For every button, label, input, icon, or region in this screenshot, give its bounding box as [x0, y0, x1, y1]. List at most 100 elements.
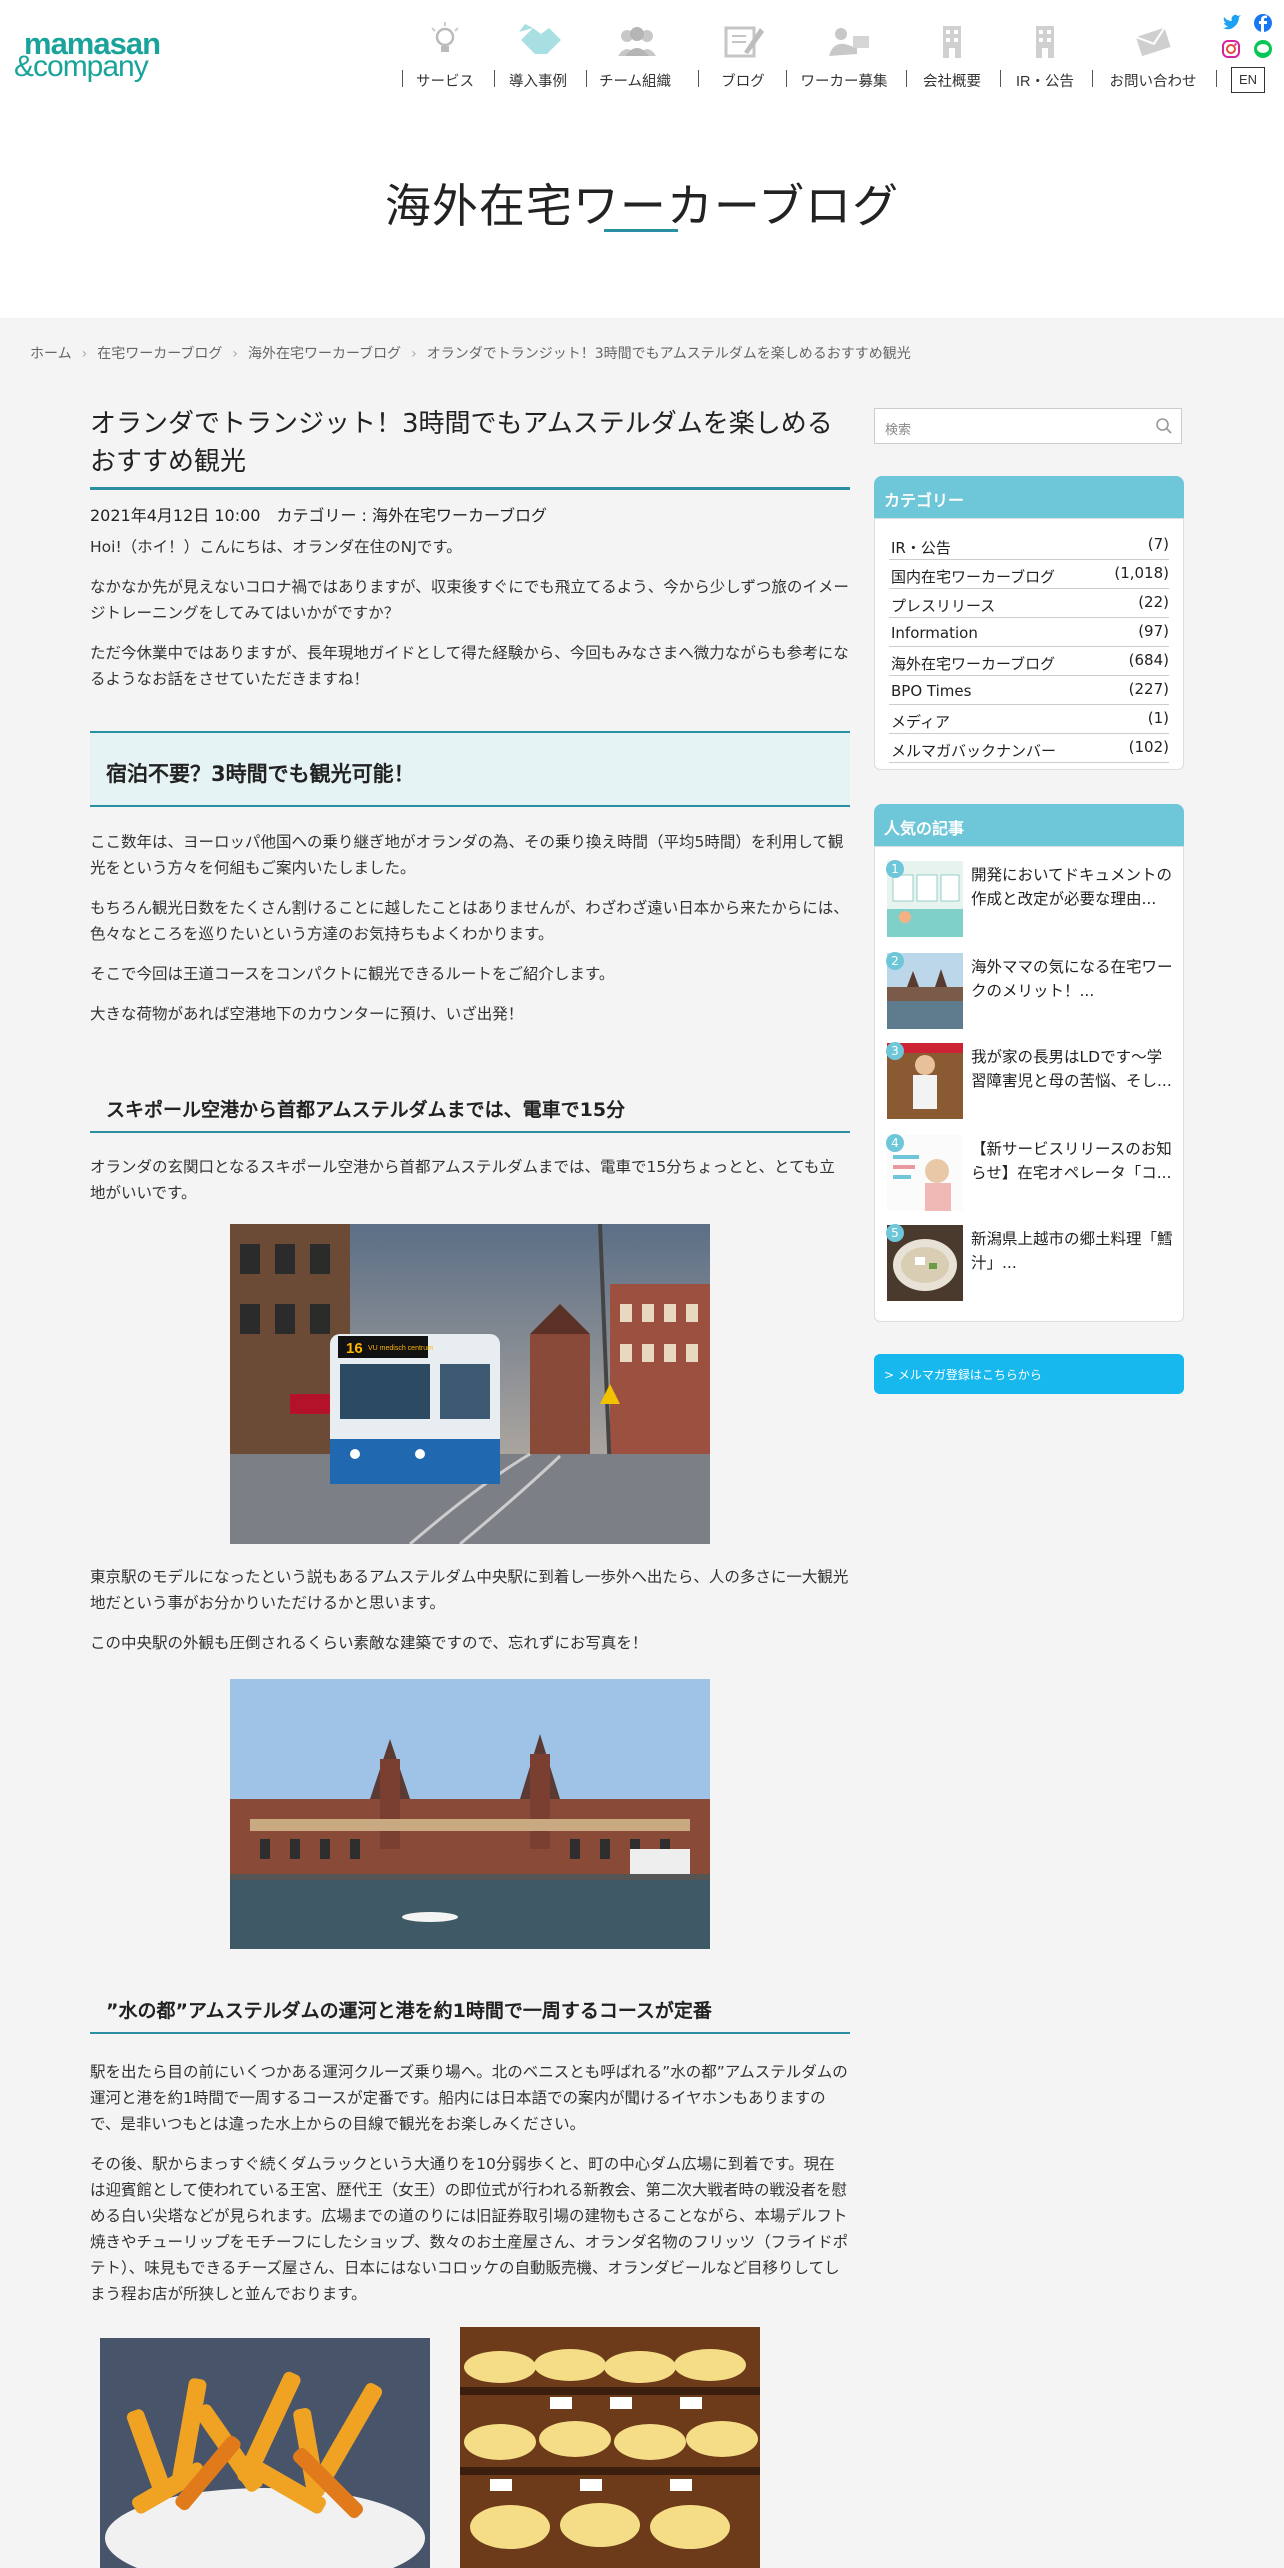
nav-company[interactable]: 会社概要: [906, 18, 998, 94]
category-name: メルマガバックナンバー: [891, 742, 1057, 760]
article-meta: 2021年4月12日 10:00 カテゴリー : 海外在宅ワーカーブログ: [90, 506, 548, 525]
subsection-heading-box: スキポール空港から首都アムステルダムまでは、電車で15分: [90, 1083, 850, 1133]
nav-divider: [1216, 70, 1217, 87]
breadcrumb-chevron-icon: ›: [411, 346, 417, 362]
category-name: プレスリリース: [891, 597, 996, 615]
category-item[interactable]: BPO Times (227): [889, 676, 1169, 705]
nav-label: 会社概要: [923, 74, 981, 90]
popular-article[interactable]: 2 海外ママの気になる在宅ワークのメリット！...: [886, 952, 1177, 1033]
popular-panel-header: 人気の記事: [874, 804, 1184, 846]
handshake-icon: [517, 22, 561, 60]
rank-badge: 5: [886, 1224, 904, 1242]
nav-contact[interactable]: お問い合わせ: [1092, 18, 1214, 94]
paragraph: そこで今回は王道コースをコンパクトに観光できるルートをご紹介します。: [90, 965, 615, 983]
article: オランダでトランジット！3時間でもアムステルダムを楽しめるおすすめ観光 2021…: [90, 405, 850, 526]
site-header: mamasan &company サービス 導入事例 チーム組織 ブログ ワーカ…: [0, 0, 1284, 100]
section2b-paragraphs: 東京駅のモデルになったという説もあるアムステルダム中央駅に到着し一歩外へ出たら、…: [90, 1564, 850, 1656]
nav-blog[interactable]: ブログ: [698, 18, 788, 94]
tram-photo: 16 VU medisch centrum: [230, 1224, 710, 1544]
popular-article-title: 開発においてドキュメントの作成と改定が必要な理由...: [971, 866, 1173, 908]
search-icon[interactable]: [1155, 417, 1173, 435]
category-name: Information: [891, 624, 978, 642]
building-icon: [931, 22, 973, 60]
section-heading-box: 宿泊不要？3時間でも観光可能！: [90, 731, 850, 807]
newsletter-signup-button[interactable]: > メルマガ登録はこちらから: [874, 1354, 1184, 1394]
facebook-icon[interactable]: [1254, 14, 1272, 32]
category-item[interactable]: メルマガバックナンバー (102): [889, 734, 1169, 763]
nav-service[interactable]: サービス: [402, 18, 488, 94]
category-item[interactable]: 国内在宅ワーカーブログ (1,018): [889, 560, 1169, 589]
mail-icon: [1132, 22, 1174, 60]
category-name: BPO Times: [891, 682, 972, 700]
popular-article-title: 新潟県上越市の郷土料理「鱈汁」...: [971, 1230, 1173, 1272]
paragraph: Hoi!（ホイ！）こんにちは、オランダ在住のNJです。: [90, 538, 462, 556]
category-name: 海外在宅ワーカーブログ: [891, 655, 1056, 673]
logo-text-company: &company: [14, 50, 149, 83]
popular-article[interactable]: 1 開発においてドキュメントの作成と改定が必要な理由...: [886, 860, 1177, 941]
category-item[interactable]: メディア (1): [889, 705, 1169, 734]
nav-label: 導入事例: [509, 74, 567, 90]
category-item[interactable]: Information (97): [889, 618, 1169, 647]
subsection-heading-box: ”水の都”アムステルダムの運河と港を約1時間で一周するコースが定番: [90, 1984, 850, 2034]
paragraph: 駅を出たら目の前にいくつかある運河クルーズ乗り場へ。北のベニスとも呼ばれる”水の…: [90, 2063, 848, 2133]
paragraph: 大きな荷物があれば空港地下のカウンターに預け、いざ出発！: [90, 1005, 524, 1023]
page-title: 海外在宅ワーカーブログ: [384, 179, 900, 233]
twitter-icon[interactable]: [1222, 14, 1241, 32]
category-count: (7): [1147, 535, 1169, 553]
newsletter-signup-label: > メルマガ登録はこちらから: [884, 1368, 1042, 1382]
paragraph: その後、駅からまっすぐ続くダムラックという大通りを10分弱歩くと、町の中心ダム広…: [90, 2155, 849, 2303]
category-count: (1): [1147, 709, 1169, 727]
office-icon: [1024, 22, 1066, 60]
fries-photo: [100, 2338, 430, 2568]
breadcrumb-chevron-icon: ›: [81, 346, 88, 362]
breadcrumb-current: オランダでトランジット！3時間でもアムステルダムを楽しめるおすすめ観光: [426, 346, 911, 362]
blog-pen-icon: [722, 22, 764, 60]
line-icon[interactable]: [1254, 40, 1272, 58]
section-heading: 宿泊不要？3時間でも観光可能！: [106, 762, 415, 786]
popular-article[interactable]: 3 我が家の長男はLDです～学習障害児と母の苦悩、そし...: [886, 1042, 1177, 1123]
breadcrumb-home[interactable]: ホーム: [30, 346, 72, 362]
nav-label: IR・公告: [1016, 74, 1074, 90]
category-name: メディア: [891, 713, 950, 731]
nav-label: ワーカー募集: [800, 74, 888, 90]
lightbulb-icon: [424, 22, 466, 60]
intro-paragraphs: Hoi!（ホイ！）こんにちは、オランダ在住のNJです。 なかなか先が見えないコロ…: [90, 534, 850, 692]
popular-article[interactable]: 4 【新サービスリリースのお知らせ】在宅オペレータ「コ...: [886, 1134, 1177, 1215]
paragraph: ただ今休業中ではありますが、長年現地ガイドとして得た経験から、今回もみなさまへ微…: [90, 644, 849, 688]
search-input[interactable]: 検索: [885, 419, 911, 438]
category-item[interactable]: 海外在宅ワーカーブログ (684): [889, 647, 1169, 676]
cheese-photo: [460, 2327, 760, 2568]
instagram-icon[interactable]: [1222, 40, 1240, 58]
title-underline: [604, 229, 678, 232]
breadcrumb-blog[interactable]: 在宅ワーカーブログ: [97, 346, 222, 362]
tram-route-number: 16: [346, 1340, 363, 1357]
nav-team[interactable]: チーム組織: [586, 18, 684, 94]
rank-badge: 2: [886, 952, 904, 970]
popular-panel-title: 人気の記事: [884, 819, 965, 838]
nav-recruit[interactable]: ワーカー募集: [786, 18, 902, 94]
breadcrumb-overseas-blog[interactable]: 海外在宅ワーカーブログ: [248, 346, 401, 362]
category-item[interactable]: プレスリリース (22): [889, 589, 1169, 618]
category-count: (227): [1128, 680, 1169, 698]
nav-ir[interactable]: IR・公告: [1000, 18, 1090, 94]
section1-paragraphs: ここ数年は、ヨーロッパ他国への乗り継ぎ地がオランダの為、その乗り換え時間（平均5…: [90, 829, 850, 1027]
popular-article[interactable]: 5 新潟県上越市の郷土料理「鱈汁」...: [886, 1224, 1177, 1305]
breadcrumb-chevron-icon: ›: [232, 346, 238, 362]
category-name: IR・公告: [891, 539, 951, 557]
tram-destination: VU medisch centrum: [368, 1345, 433, 1352]
page-hero: 海外在宅ワーカーブログ: [0, 100, 1284, 318]
popular-article-title: 【新サービスリリースのお知らせ】在宅オペレータ「コ...: [971, 1140, 1172, 1182]
search-box[interactable]: 検索: [874, 408, 1182, 444]
category-count: (102): [1128, 738, 1169, 756]
subsection-heading: スキポール空港から首都アムステルダムまでは、電車で15分: [106, 1099, 626, 1121]
nav-label: お問い合わせ: [1109, 74, 1197, 90]
category-item[interactable]: IR・公告 (7): [889, 531, 1169, 560]
article-title: オランダでトランジット！3時間でもアムステルダムを楽しめるおすすめ観光: [90, 405, 850, 490]
breadcrumb: ホーム › 在宅ワーカーブログ › 海外在宅ワーカーブログ › オランダでトランジット！3時…: [30, 343, 911, 363]
nav-label: サービス: [416, 74, 474, 90]
nav-case-studies[interactable]: 導入事例: [494, 18, 582, 94]
nav-divider: [402, 70, 403, 87]
language-en-button[interactable]: EN: [1231, 67, 1265, 93]
popular-list: 1 開発においてドキュメントの作成と改定が必要な理由... 2 海外ママの気にな…: [874, 846, 1184, 1322]
company-logo[interactable]: mamasan &company: [14, 26, 174, 83]
